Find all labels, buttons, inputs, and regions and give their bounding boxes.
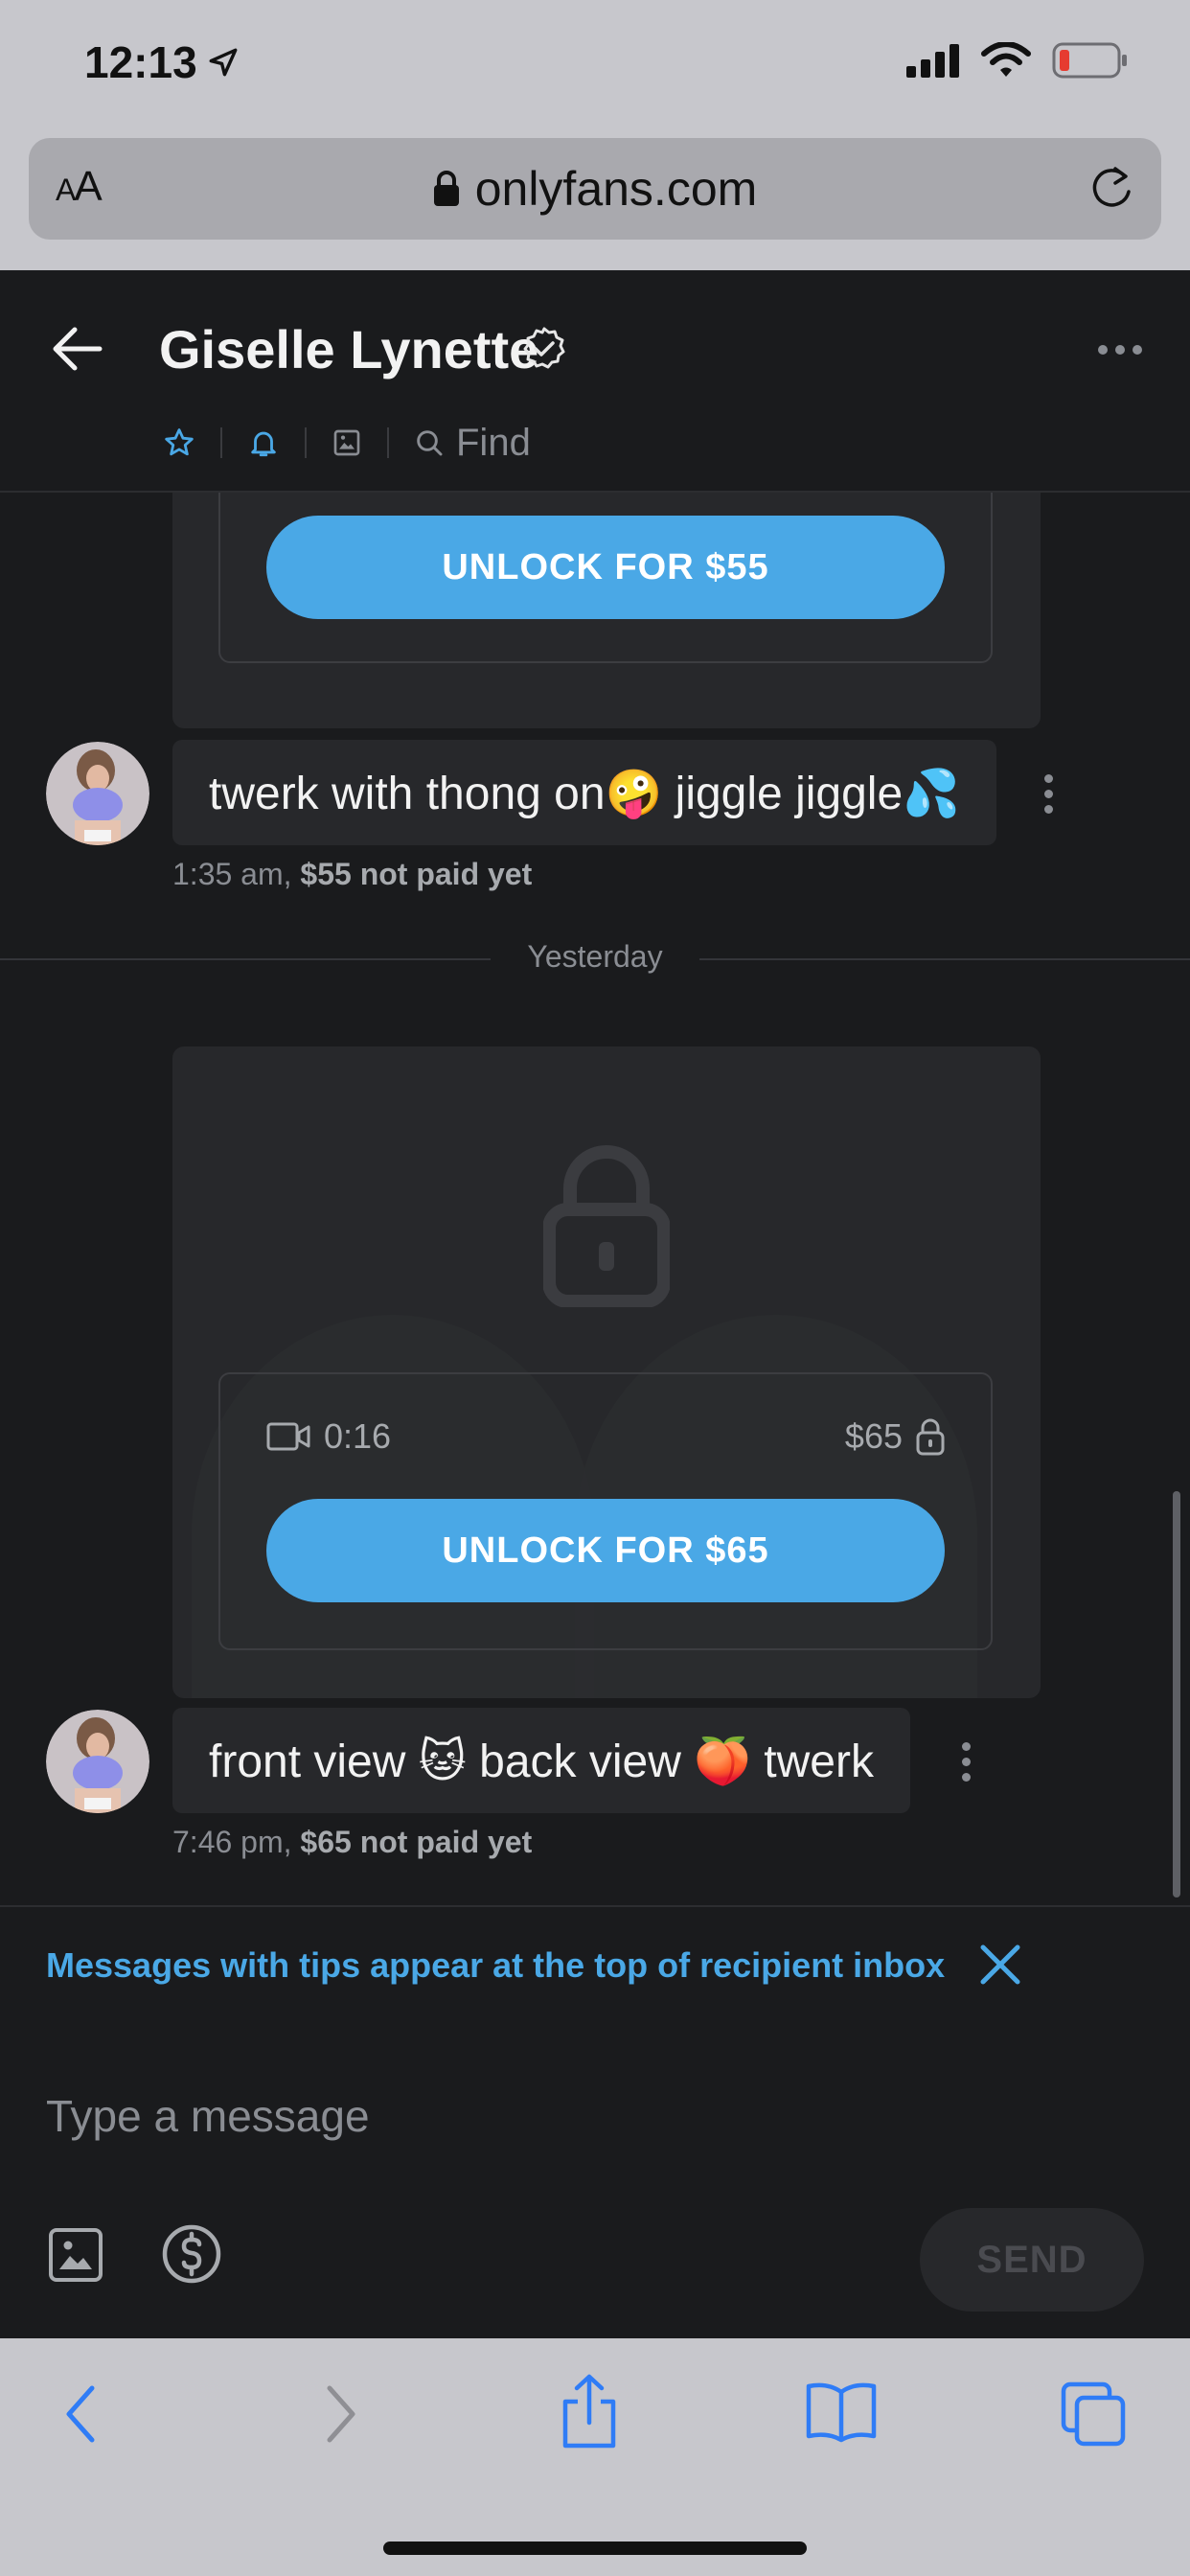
search-icon xyxy=(417,430,443,456)
avatar[interactable] xyxy=(46,1710,149,1813)
payment-status: $55 not paid yet xyxy=(300,857,533,891)
chat-header: Giselle Lynette Find xyxy=(0,270,1190,493)
cellular-signal-icon xyxy=(906,44,959,78)
video-duration: 0:16 xyxy=(324,1416,392,1456)
browser-address-area: AA onlyfans.com xyxy=(0,132,1190,270)
message-time: 7:46 pm, xyxy=(172,1825,292,1859)
tabs-icon[interactable] xyxy=(1060,2380,1127,2448)
url-display[interactable]: onlyfans.com xyxy=(29,161,1161,217)
close-icon[interactable] xyxy=(977,1942,1023,1988)
contact-name[interactable]: Giselle Lynette xyxy=(159,318,538,380)
message-options-icon[interactable] xyxy=(1044,774,1053,814)
star-icon xyxy=(165,428,194,456)
media-meta: 0:16 $65 xyxy=(266,1414,945,1459)
unlock-button[interactable]: UNLOCK FOR $65 xyxy=(266,1499,945,1602)
date-divider-label: Yesterday xyxy=(527,939,663,974)
share-icon[interactable] xyxy=(556,2373,623,2450)
message-bubble[interactable]: front view 🐱 back view 🍑 twerk xyxy=(172,1708,910,1813)
tab-favorite[interactable] xyxy=(159,426,220,459)
avatar-image xyxy=(46,742,149,845)
message-meta: 7:46 pm, $65 not paid yet xyxy=(172,1825,532,1860)
back-arrow-icon[interactable] xyxy=(50,322,103,376)
forward-icon[interactable] xyxy=(316,2380,364,2448)
avatar[interactable] xyxy=(46,742,149,845)
tip-dollar-icon[interactable] xyxy=(161,2223,222,2285)
battery-low-icon xyxy=(1052,42,1127,79)
message-list[interactable]: UNLOCK FOR $55 twerk with thong on🤪 jigg… xyxy=(0,493,1190,1905)
lock-icon xyxy=(433,171,459,206)
more-options-icon[interactable] xyxy=(1098,345,1142,355)
home-indicator[interactable] xyxy=(383,2542,807,2555)
locked-media-card[interactable]: UNLOCK FOR $55 xyxy=(172,493,1041,728)
message-input[interactable] xyxy=(46,2078,1138,2154)
screen: 12:13 AA onlyfans.com Giselle Lynette Fi… xyxy=(0,0,1190,2576)
status-icons xyxy=(904,42,1129,79)
media-price: $65 xyxy=(844,1416,903,1456)
avatar-image xyxy=(46,1710,149,1813)
header-tabs: Find xyxy=(159,419,556,467)
location-arrow-icon xyxy=(209,48,238,77)
tab-media[interactable] xyxy=(307,427,387,458)
lock-icon xyxy=(543,1145,670,1307)
status-time: 12:13 xyxy=(84,37,197,87)
scrollbar[interactable] xyxy=(1173,1491,1180,1898)
locked-media-card[interactable]: 0:16 $65 UNLOCK FOR $65 xyxy=(172,1046,1041,1698)
url-text: onlyfans.com xyxy=(474,162,758,216)
message-time: 1:35 am, xyxy=(172,857,292,891)
video-camera-icon xyxy=(266,1422,310,1451)
send-button[interactable]: SEND xyxy=(920,2208,1144,2312)
message-bubble[interactable]: twerk with thong on🤪 jiggle jiggle💦 xyxy=(172,740,996,845)
media-unlock-panel: 0:16 $65 UNLOCK FOR $65 xyxy=(218,1372,993,1650)
image-attach-icon[interactable] xyxy=(48,2227,103,2283)
unlock-button[interactable]: UNLOCK FOR $55 xyxy=(266,516,945,619)
message-meta: 1:35 am, $55 not paid yet xyxy=(172,857,532,892)
tip-banner-text: Messages with tips appear at the top of … xyxy=(46,1945,946,1985)
find-label: Find xyxy=(456,421,531,464)
bookmarks-icon[interactable] xyxy=(805,2380,878,2444)
date-divider: Yesterday xyxy=(0,935,1190,983)
tab-find[interactable]: Find xyxy=(389,422,556,465)
back-icon[interactable] xyxy=(59,2380,107,2448)
tab-notifications[interactable] xyxy=(222,426,305,459)
tip-banner: Messages with tips appear at the top of … xyxy=(0,1905,1190,2026)
media-unlock-panel: UNLOCK FOR $55 xyxy=(218,493,993,663)
image-icon xyxy=(333,429,360,456)
address-bar[interactable]: AA onlyfans.com xyxy=(29,138,1161,240)
wifi-icon xyxy=(981,42,1031,77)
message-composer: SEND xyxy=(0,2026,1190,2338)
bell-icon xyxy=(251,431,276,457)
payment-status: $65 not paid yet xyxy=(300,1825,533,1859)
status-time-group: 12:13 xyxy=(84,36,240,88)
browser-toolbar xyxy=(0,2338,1190,2576)
verified-badge-icon xyxy=(523,327,565,369)
message-options-icon[interactable] xyxy=(962,1742,971,1782)
lock-icon xyxy=(916,1418,945,1456)
reload-icon[interactable] xyxy=(1087,163,1136,213)
status-bar: 12:13 xyxy=(0,0,1190,132)
